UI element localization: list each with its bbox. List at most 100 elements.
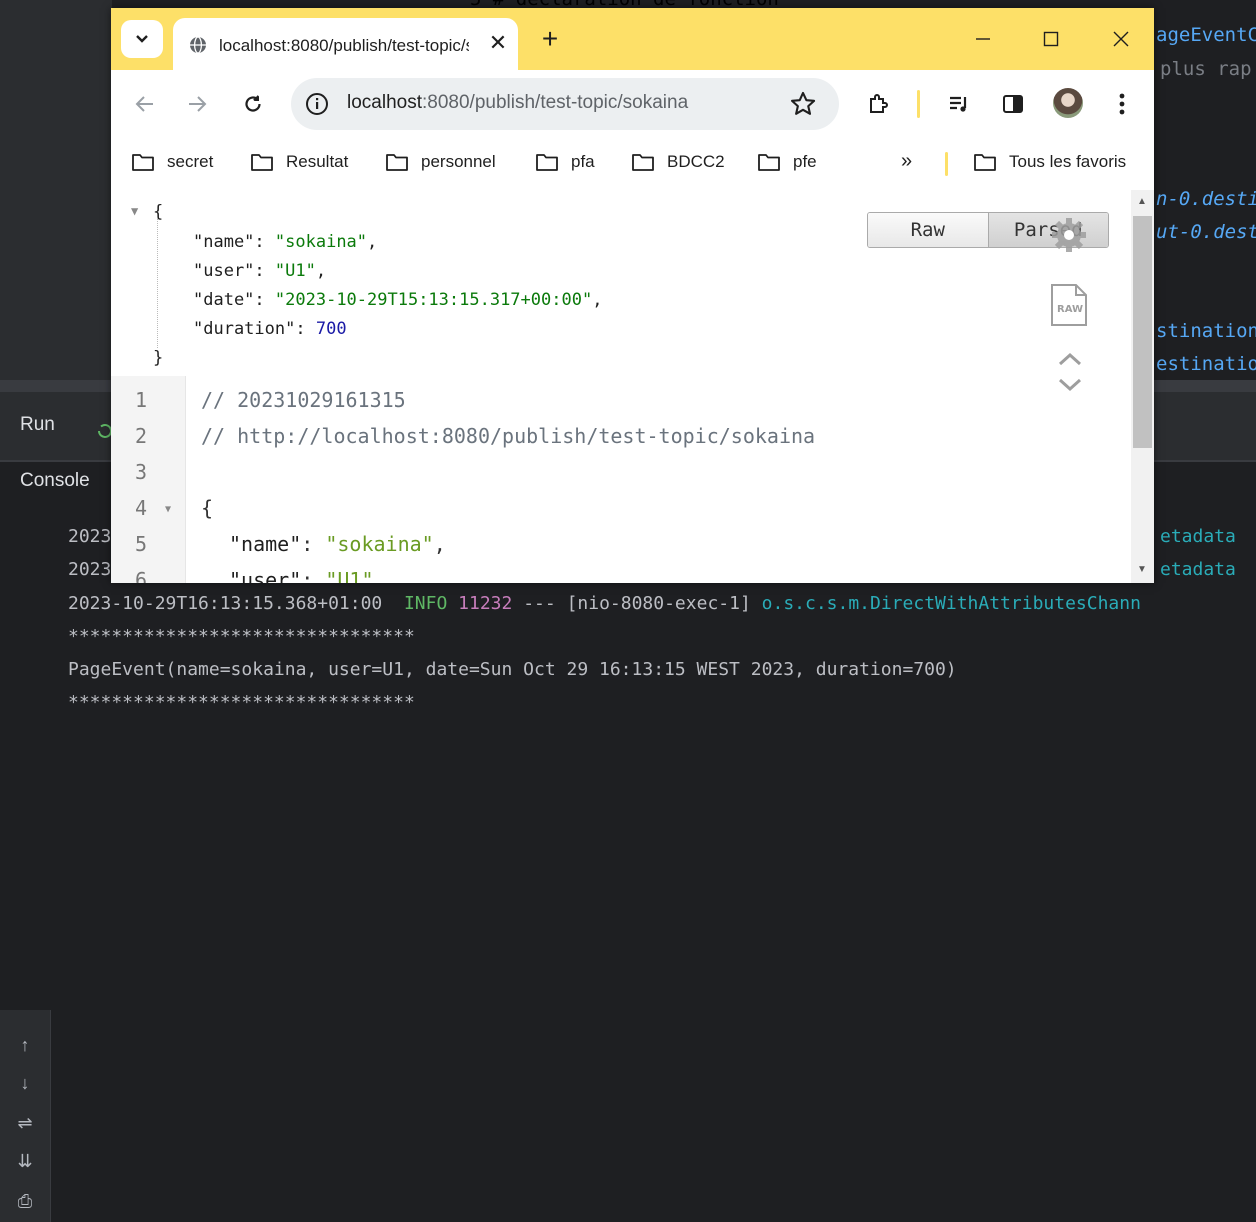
extensions-puzzle-icon[interactable]: [863, 88, 895, 120]
close-window-icon[interactable]: [1101, 22, 1141, 56]
profile-avatar[interactable]: [1053, 88, 1083, 118]
json-key: "user": [193, 261, 255, 281]
scrollbar-thumb[interactable]: [1133, 216, 1152, 448]
log-level: INFO: [403, 593, 448, 614]
bookmark-folder-pfa[interactable]: pfa: [535, 152, 595, 172]
log-pid: 11232: [458, 593, 513, 614]
console-log-line: 2023-10-29T16:13:15.368+01:00 INFO 11232…: [68, 593, 1141, 614]
code-brace-line: {: [201, 496, 214, 520]
forward-arrow-icon[interactable]: [181, 88, 213, 120]
url-text[interactable]: localhost:8080/publish/test-topic/sokain…: [347, 92, 688, 114]
console-stars-line: ********************************: [68, 692, 415, 713]
browser-tab[interactable]: localhost:8080/publish/test-topic/sokain…: [173, 18, 518, 70]
console-side-toolbar: ↑ ↓ ⇌ ⇊ ⎙: [0, 1010, 51, 1222]
new-tab-button[interactable]: +: [535, 24, 565, 54]
url-path: :8080/publish/test-topic/sokaina: [422, 92, 689, 113]
gear-icon[interactable]: [1049, 215, 1089, 255]
folder-icon: [386, 154, 408, 171]
json-viewer-parsed: ▼ { "name": "sokaina", "user": "U1", "da…: [111, 190, 1131, 392]
json-field-duration: "duration": 700: [193, 319, 347, 339]
fold-toggle-icon[interactable]: ▼: [165, 504, 171, 515]
more-menu-icon[interactable]: [1106, 88, 1138, 120]
json-value: "2023-10-29T15:13:15.317+00:00": [274, 290, 593, 310]
site-info-icon[interactable]: [305, 92, 329, 116]
vertical-scrollbar[interactable]: ▲ ▼: [1131, 190, 1154, 583]
page-content: ▼ { "name": "sokaina", "user": "U1", "da…: [111, 190, 1154, 583]
bookmark-label: pfa: [571, 152, 595, 171]
json-key: "duration": [193, 319, 296, 339]
line-number: 2: [134, 424, 147, 448]
side-panel-icon[interactable]: [997, 88, 1029, 120]
bookmark-folder-secret[interactable]: secret: [131, 152, 213, 172]
indent-guide: [157, 218, 158, 348]
bookmark-folder-pfe[interactable]: pfe: [757, 152, 817, 172]
console-stars-line: ********************************: [68, 626, 415, 647]
tab-title: localhost:8080/publish/test-topic/sokain…: [219, 36, 469, 55]
toolbar-separator: [917, 90, 920, 118]
code-comma: ,: [433, 532, 446, 556]
bookmark-label: personnel: [421, 152, 496, 171]
json-field-user: "user": "U1",: [193, 261, 327, 281]
soft-wrap-icon[interactable]: ⇌: [12, 1110, 38, 1136]
raw-code-view: 1 2 3 4 5 6 ▼ // 20231029161315 // http:…: [111, 376, 1131, 583]
ide-code-line: stination: [1156, 320, 1256, 342]
raw-button[interactable]: Raw: [868, 213, 989, 247]
code-string: "sokaina": [325, 532, 434, 556]
json-comma: ,: [367, 232, 378, 252]
chevron-down-icon: [136, 35, 148, 43]
json-open-brace: {: [153, 202, 164, 222]
console-line-prefix: 2023: [68, 559, 112, 580]
json-key: "date": [193, 290, 255, 310]
code-colon: :: [301, 568, 326, 583]
json-comma: ,: [592, 290, 603, 310]
folder-icon: [758, 154, 780, 171]
chevron-up-icon[interactable]: [1058, 352, 1082, 366]
json-value: "U1": [274, 261, 316, 281]
bookmark-folder-resultat[interactable]: Resultat: [250, 152, 348, 172]
minimize-icon[interactable]: [963, 22, 1003, 56]
back-arrow-icon[interactable]: [129, 88, 161, 120]
code-key: "user": [229, 568, 302, 583]
json-comma: ,: [315, 261, 327, 281]
code-colon: :: [301, 532, 326, 556]
folder-icon: [132, 154, 154, 171]
folder-icon: [251, 154, 273, 171]
bookmark-label: pfe: [793, 152, 817, 171]
media-control-icon[interactable]: [943, 88, 975, 120]
bookmark-label: secret: [167, 152, 214, 171]
arrow-up-icon[interactable]: ↑: [12, 1032, 38, 1058]
run-tool-title[interactable]: Run: [20, 414, 55, 436]
scroll-up-arrow-icon[interactable]: ▲: [1137, 196, 1147, 207]
tab-search-button[interactable]: [121, 20, 163, 58]
browser-titlebar[interactable]: localhost:8080/publish/test-topic/sokain…: [111, 8, 1154, 70]
line-number-gutter: 1 2 3 4 5 6 ▼: [111, 376, 186, 583]
collapse-toggle-icon[interactable]: ▼: [131, 204, 138, 218]
arrow-down-icon[interactable]: ↓: [12, 1070, 38, 1096]
address-bar[interactable]: localhost:8080/publish/test-topic/sokain…: [291, 78, 839, 130]
ide-code-line: ut-0.dest: [1156, 221, 1256, 243]
close-tab-icon[interactable]: ✕: [485, 30, 511, 56]
code-string: "U1": [325, 568, 374, 583]
console-line-tail: etadata: [1160, 526, 1236, 547]
tab-console[interactable]: Console: [20, 470, 90, 492]
scroll-down-arrow-icon[interactable]: ▼: [1137, 564, 1147, 575]
line-number: 5: [134, 532, 147, 556]
bookmark-star-icon[interactable]: [789, 90, 817, 118]
code-name-line: "name": "sokaina",: [229, 532, 446, 556]
bookmark-folder-bdcc2[interactable]: BDCC2: [631, 152, 725, 172]
globe-icon: [190, 36, 206, 54]
json-close-brace: }: [153, 348, 164, 368]
print-icon[interactable]: ⎙: [12, 1188, 38, 1214]
bookmark-folder-personnel[interactable]: personnel: [385, 152, 496, 172]
reload-icon[interactable]: [237, 88, 269, 120]
bookmarks-overflow-button[interactable]: »: [901, 150, 912, 173]
all-bookmarks-folder[interactable]: Tous les favoris: [973, 152, 1126, 172]
log-thread: [nio-8080-exec-1]: [566, 593, 751, 614]
maximize-icon[interactable]: [1031, 22, 1071, 56]
json-value: 700: [315, 319, 347, 339]
scroll-to-end-icon[interactable]: ⇊: [12, 1148, 38, 1174]
raw-document-icon[interactable]: RAW: [1049, 282, 1089, 328]
line-number: 3: [134, 460, 147, 484]
console-line-prefix: 2023: [68, 526, 112, 547]
log-separator: ---: [523, 593, 556, 614]
